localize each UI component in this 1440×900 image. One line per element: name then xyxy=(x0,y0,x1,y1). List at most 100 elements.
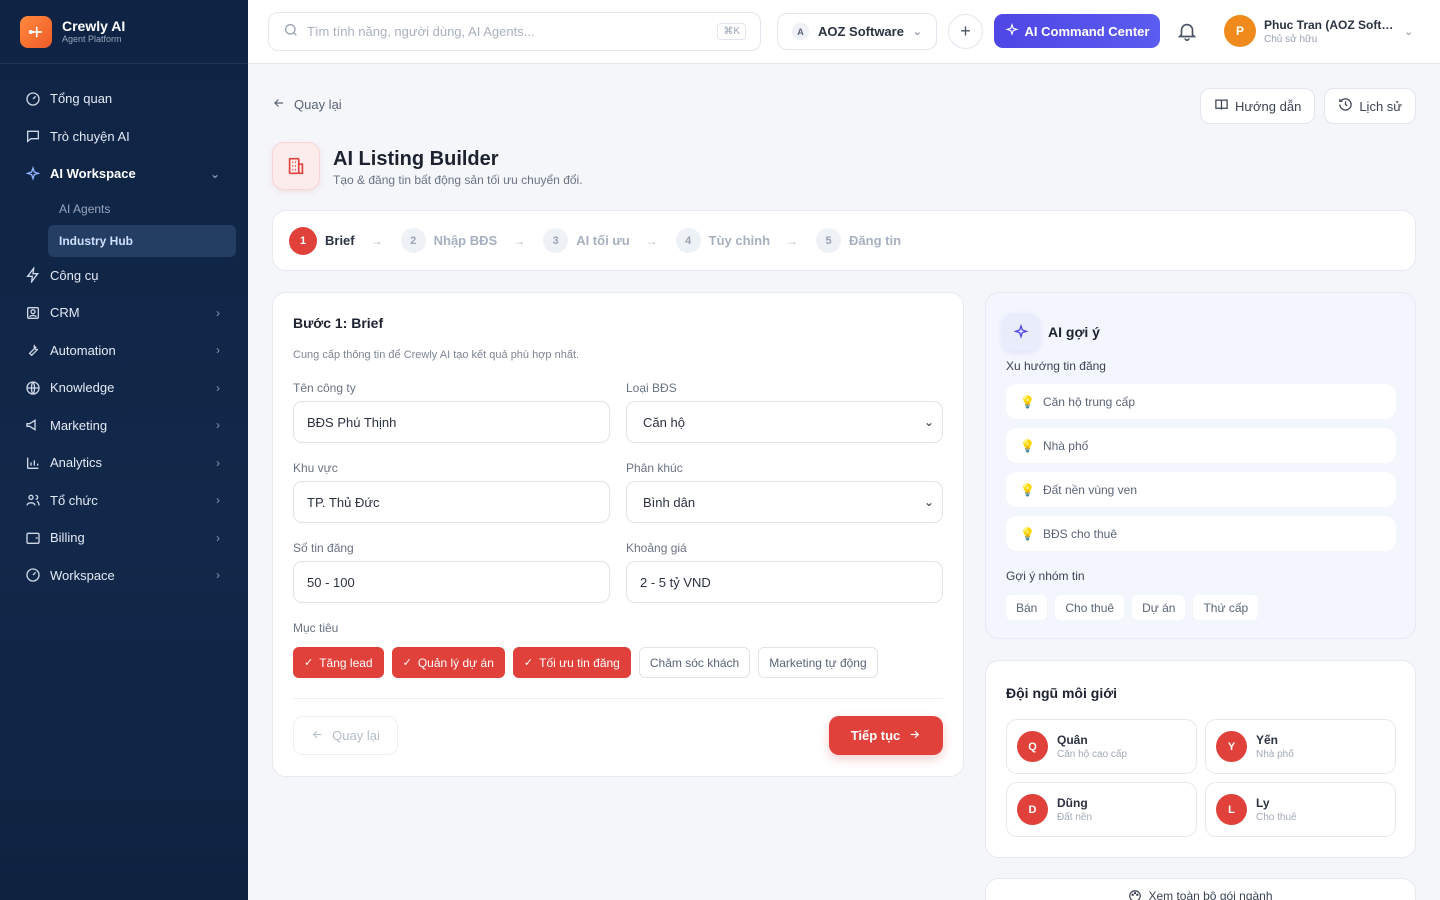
broker-card[interactable]: Q Quân Căn hộ cao cấp xyxy=(1006,719,1197,774)
guide-button[interactable]: Hướng dẫn xyxy=(1199,88,1316,124)
chip-label: Chăm sóc khách xyxy=(649,655,740,670)
goal-chip-project-management[interactable]: ✓ Quản lý dự án xyxy=(391,647,505,678)
trend-label: Nhà phố xyxy=(1042,438,1089,453)
step-label: Nhập BĐS xyxy=(433,233,498,248)
add-button[interactable]: + xyxy=(948,14,983,49)
listing-count-field: Số tin đăng 50 - 100 xyxy=(293,541,610,603)
view-all-packages-button[interactable]: Xem toàn bộ gói ngành xyxy=(985,878,1416,900)
trend-item[interactable]: 💡 Căn hộ trung cấp xyxy=(1006,384,1396,419)
broker-name: Quân xyxy=(1057,733,1088,747)
gauge-icon xyxy=(24,566,42,584)
brand[interactable]: Crewly AI Agent Platform xyxy=(0,0,248,64)
sidebar-item-label: CRM xyxy=(50,305,80,321)
field-label: Số tin đăng xyxy=(293,541,354,555)
sparkle-icon xyxy=(24,165,42,183)
lightbulb-icon: 💡 xyxy=(1020,482,1035,497)
wrench-icon xyxy=(24,341,42,359)
chevron-right-icon: › xyxy=(216,305,220,320)
chevron-down-icon: ⌄ xyxy=(923,415,934,429)
ai-command-center-button[interactable]: AI Command Center xyxy=(994,14,1160,48)
sidebar-subitem-industry-hub[interactable]: Industry Hub xyxy=(48,224,236,257)
view-all-packages-label: Xem toàn bộ gói ngành xyxy=(1148,889,1273,900)
trend-item[interactable]: 💡 Nhà phố xyxy=(1006,428,1396,463)
trend-item[interactable]: 💡 BĐS cho thuê xyxy=(1006,516,1396,551)
broker-card[interactable]: D Dũng Đất nền xyxy=(1006,782,1197,837)
broker-card[interactable]: Y Yến Nhà phố xyxy=(1205,719,1396,774)
sidebar-item-overview[interactable]: Tổng quan xyxy=(0,80,248,118)
sidebar-item-label: Trò chuyện AI xyxy=(50,128,130,144)
trend-item[interactable]: 💡 Đất nền vùng ven xyxy=(1006,472,1396,507)
plus-icon: + xyxy=(960,21,971,41)
arrow-right-icon xyxy=(900,728,921,744)
stepper: 1 Brief → 2 Nhập BĐS → 3 AI tối ưu → 4 T… xyxy=(272,210,1416,271)
goal-chip-optimize-listing[interactable]: ✓ Tối ưu tin đăng xyxy=(512,647,631,678)
sidebar-item-label: Công cụ xyxy=(50,267,99,283)
sidebar-subitem-ai-agents[interactable]: AI Agents xyxy=(48,193,236,225)
sidebar-item-analytics[interactable]: Analytics › xyxy=(0,444,248,482)
broker-card[interactable]: L Ly Cho thuê xyxy=(1205,782,1396,837)
search-shortcut: ⌘K xyxy=(717,23,746,40)
step-ai-optimize[interactable]: 3 AI tối ưu → xyxy=(543,228,658,253)
step-brief[interactable]: 1 Brief → xyxy=(289,226,383,255)
area-input[interactable]: TP. Thủ Đức xyxy=(293,481,610,523)
goal-chips: ✓ Tăng lead ✓ Quản lý dự án ✓ Tối ưu tin đă… xyxy=(293,647,878,678)
sidebar-item-knowledge[interactable]: Knowledge › xyxy=(0,369,248,407)
divider xyxy=(293,698,943,699)
sidebar-item-crm[interactable]: CRM › xyxy=(0,294,248,332)
chevron-right-icon: › xyxy=(216,418,220,433)
chevron-right-icon: › xyxy=(216,568,220,583)
sidebar: Crewly AI Agent Platform Tổng quan Trò c… xyxy=(0,0,248,900)
group-chip[interactable]: Dự án xyxy=(1132,595,1186,620)
sidebar-item-ai-workspace[interactable]: AI Workspace ⌄ xyxy=(0,155,248,193)
book-icon xyxy=(1214,97,1235,115)
continue-button[interactable]: Tiếp tục xyxy=(829,716,943,755)
group-chip[interactable]: Thứ cấp xyxy=(1193,595,1259,620)
price-range-field: Khoảng giá 2 - 5 tỷ VND xyxy=(626,541,943,603)
step-label: Tùy chỉnh xyxy=(708,233,771,248)
sidebar-item-marketing[interactable]: Marketing › xyxy=(0,407,248,445)
history-icon xyxy=(1338,97,1359,115)
step-number: 1 xyxy=(289,226,317,255)
arrow-right-icon: → xyxy=(645,233,658,248)
company-input[interactable]: BĐS Phú Thịnh xyxy=(293,401,610,443)
segment-select[interactable]: Bình dân ⌄ xyxy=(626,481,943,523)
chevron-right-icon: › xyxy=(216,455,220,470)
step-publish[interactable]: 5 Đăng tin xyxy=(816,228,901,253)
step-customize[interactable]: 4 Tùy chỉnh → xyxy=(675,228,799,253)
page-actions: Hướng dẫn Lịch sử xyxy=(1199,88,1416,124)
sidebar-item-label: Billing xyxy=(50,530,85,546)
back-button[interactable]: Quay lại xyxy=(293,716,398,755)
goal-chip-auto-marketing[interactable]: Marketing tự động xyxy=(758,647,878,678)
property-type-select[interactable]: Căn hộ ⌄ xyxy=(626,401,943,443)
sidebar-item-organization[interactable]: Tổ chức › xyxy=(0,482,248,520)
search-box[interactable]: ⌘K xyxy=(268,12,761,51)
step-input-property[interactable]: 2 Nhập BĐS → xyxy=(400,228,526,253)
user-menu[interactable]: P Phuc Tran (AOZ Software) Chủ sở hữu ⌄ xyxy=(1224,15,1413,47)
brand-name: Crewly AI xyxy=(62,18,126,34)
goal-chip-increase-lead[interactable]: ✓ Tăng lead xyxy=(293,647,384,678)
avatar: P xyxy=(1224,15,1256,47)
user-name: Phuc Tran (AOZ Software) xyxy=(1264,17,1398,32)
search-input[interactable] xyxy=(307,24,707,39)
sidebar-item-label: Knowledge xyxy=(50,380,115,396)
ai-suggestion-title: AI gợi ý xyxy=(1048,324,1100,340)
sidebar-item-workspace[interactable]: Workspace › xyxy=(0,557,248,595)
bell-icon[interactable] xyxy=(1176,20,1198,45)
broker-name: Yến xyxy=(1256,733,1279,747)
arrow-right-icon: → xyxy=(786,233,799,248)
topbar: ⌘K A AOZ Software ⌄ + AI Command Center … xyxy=(248,0,1440,64)
group-chip[interactable]: Bán xyxy=(1006,595,1048,620)
workspace-selector[interactable]: A AOZ Software ⌄ xyxy=(777,13,937,50)
back-link-label: Quay lại xyxy=(294,97,342,112)
sidebar-item-ai-chat[interactable]: Trò chuyện AI xyxy=(0,118,248,156)
sidebar-item-automation[interactable]: Automation › xyxy=(0,332,248,370)
history-button[interactable]: Lịch sử xyxy=(1324,88,1416,124)
goal-chip-customer-care[interactable]: Chăm sóc khách xyxy=(638,647,751,678)
group-chip[interactable]: Cho thuê xyxy=(1055,595,1125,620)
arrow-right-icon: → xyxy=(513,233,526,248)
listing-count-input[interactable]: 50 - 100 xyxy=(293,561,610,603)
back-link[interactable]: Quay lại xyxy=(272,96,342,113)
price-range-input[interactable]: 2 - 5 tỷ VND xyxy=(626,561,943,603)
sidebar-item-tools[interactable]: Công cụ xyxy=(0,257,248,295)
sidebar-item-billing[interactable]: Billing › xyxy=(0,519,248,557)
